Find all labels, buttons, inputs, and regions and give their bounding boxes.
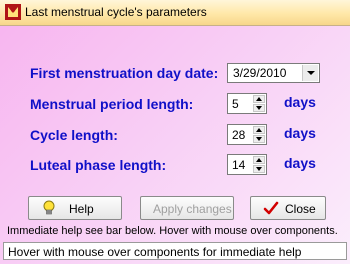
luteal-length-stepper[interactable] [253,156,265,173]
period-length-value[interactable]: 5 [232,97,239,111]
window-title: Last menstrual cycle's parameters [25,5,207,19]
spin-up-icon[interactable] [253,156,265,164]
luteal-length-unit: days [284,155,316,171]
status-bar-text: Hover with mouse over components for imm… [8,245,302,259]
dialog-window: Last menstrual cycle's parameters First … [0,0,350,264]
cycle-length-unit: days [284,125,316,141]
first-day-date-value[interactable]: 3/29/2010 [233,66,286,80]
close-button-label: Close [285,202,316,216]
period-length-spinner[interactable]: 5 [227,93,267,114]
spin-down-icon[interactable] [253,104,265,112]
spin-down-icon[interactable] [253,135,265,143]
period-length-unit: days [284,94,316,110]
cycle-length-value[interactable]: 28 [232,128,245,142]
period-length-stepper[interactable] [253,95,265,112]
spin-down-icon[interactable] [253,165,265,173]
cycle-length-spinner[interactable]: 28 [227,124,267,145]
period-length-label: Menstrual period length: [30,96,194,112]
spin-up-icon[interactable] [253,126,265,134]
apply-changes-label: Apply changes [153,202,232,216]
spin-up-icon[interactable] [253,95,265,103]
luteal-length-value[interactable]: 14 [232,158,245,172]
apply-changes-button[interactable]: Apply changes [140,196,234,220]
help-button-label: Help [69,202,94,216]
checkmark-icon [263,201,279,215]
cycle-length-label: Cycle length: [30,127,118,143]
title-bar[interactable]: Last menstrual cycle's parameters [0,0,350,26]
help-button[interactable]: Help [28,196,122,220]
cycle-length-stepper[interactable] [253,126,265,143]
luteal-length-spinner[interactable]: 14 [227,154,267,175]
first-day-date-picker[interactable]: 3/29/2010 [227,63,320,83]
status-bar: Hover with mouse over components for imm… [3,242,347,260]
chevron-down-icon[interactable] [302,65,318,81]
immediate-help-hint: Immediate help see bar below. Hover with… [7,225,338,237]
first-day-label: First menstruation day date: [30,65,219,81]
close-button[interactable]: Close [250,196,326,220]
app-icon [5,4,21,20]
light-bulb-icon [43,200,55,215]
luteal-length-label: Luteal phase length: [30,157,167,173]
